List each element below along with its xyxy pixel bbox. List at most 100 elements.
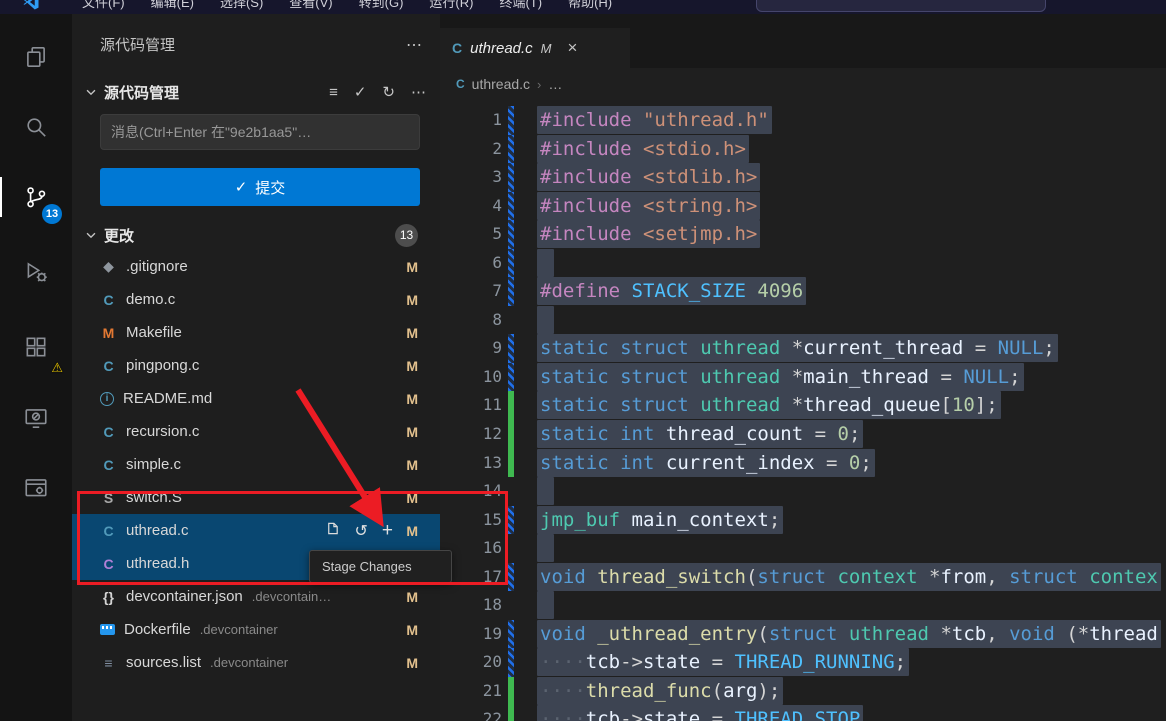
file-name: sources.list [126, 654, 202, 671]
code-line: 16 [440, 534, 1166, 563]
code-line: 22 ····tcb->state = THREAD_STOP [440, 705, 1166, 721]
file-row-demo.c[interactable]: Cdemo.c M [72, 283, 440, 316]
line-number: 10 [482, 366, 502, 386]
menu-item[interactable]: 文件(F) [82, 0, 125, 11]
file-name: devcontainer.json [126, 588, 243, 605]
commit-check-icon[interactable]: ✓ [354, 83, 367, 101]
file-row-Dockerfile[interactable]: Dockerfile .devcontainer M [72, 613, 440, 646]
code-text: static struct uthread *thread_queue[10]; [514, 391, 1001, 420]
breadcrumb-file[interactable]: uthread.c [472, 76, 530, 92]
selection-highlight [537, 591, 555, 620]
file-path-description: .devcontainer [199, 622, 278, 637]
selection-highlight: #define STACK_SIZE 4096 [537, 277, 807, 306]
explorer-icon [27, 46, 45, 68]
menu-item[interactable]: 选择(S) [220, 0, 263, 11]
activity-explorer-icon[interactable] [12, 33, 60, 81]
c-file-icon: C [452, 40, 463, 56]
commit-message-input[interactable] [100, 114, 420, 150]
readme-icon: i [100, 391, 114, 406]
gitignore-icon: ◆ [103, 258, 114, 274]
changes-count-badge: 13 [395, 223, 418, 247]
modified-badge: M [406, 588, 418, 605]
more-icon[interactable]: ⋯ [411, 83, 426, 101]
selection-highlight: jmp_buf main_context; [537, 505, 784, 534]
line-number: 9 [492, 338, 502, 358]
menu-bar: 文件(F) 编辑(E) 选择(S) 查看(V) 转到(G) 运行(R) 终端(T) 帮助(H) [82, 0, 612, 14]
list-file-icon: ≡ [104, 654, 113, 671]
commit-button[interactable]: ✓ 提交 [100, 168, 420, 206]
menu-item[interactable]: 查看(V) [289, 0, 332, 11]
line-number: 20 [482, 652, 502, 672]
vscode-logo-icon [23, 0, 39, 10]
line-number: 22 [482, 709, 502, 721]
code-text: static int thread_count = 0; [514, 420, 864, 449]
selection-highlight: ····thread_func(arg); [537, 676, 784, 705]
file-name: Dockerfile [124, 621, 191, 638]
modified-badge: M [406, 654, 418, 671]
scm-section-title: 源代码管理 [104, 84, 180, 102]
menu-item[interactable]: 帮助(H) [568, 0, 612, 11]
activity-manage-settings-icon[interactable] [12, 464, 60, 512]
activity-search-icon[interactable] [12, 103, 60, 151]
menu-item[interactable]: 转到(G) [359, 0, 404, 11]
selection-highlight: static struct uthread *thread_queue[10]; [537, 391, 1001, 420]
selection-highlight: static int current_index = 0; [537, 448, 875, 477]
code-line: 8 [440, 305, 1166, 335]
refresh-icon[interactable]: ↻ [382, 83, 395, 101]
activity-run-debug-icon[interactable] [12, 248, 60, 296]
docker-icon [100, 624, 115, 635]
activity-extensions-icon[interactable]: ⚠ [12, 323, 63, 375]
file-name: pingpong.c [126, 357, 200, 374]
file-row-Makefile[interactable]: M Makefile M [72, 316, 440, 349]
tab-uthread-c[interactable]: C uthread.c M × [440, 28, 630, 68]
code-line: 3 #include <stdlib.h> [440, 163, 1166, 192]
selection-highlight [537, 534, 555, 563]
activity-source-control-icon[interactable]: 13 [0, 173, 62, 224]
commit-button-label: 提交 [255, 179, 286, 197]
warning-icon: ⚠ [51, 360, 63, 375]
selection-highlight: static struct uthread *current_thread = … [537, 334, 1058, 363]
menu-item[interactable]: 运行(R) [429, 0, 473, 11]
file-name: recursion.c [126, 423, 200, 440]
file-name: Makefile [126, 324, 182, 341]
title-bar: 文件(F) 编辑(E) 选择(S) 查看(V) 转到(G) 运行(R) 终端(T) 帮助(H) [0, 0, 1166, 14]
line-number: 19 [482, 623, 502, 643]
file-name: demo.c [126, 291, 176, 308]
panel-title: 源代码管理 [100, 37, 176, 54]
command-center-search[interactable] [756, 0, 1046, 12]
line-number: 12 [482, 424, 502, 444]
selection-highlight: #include <stdlib.h> [537, 163, 761, 192]
file-name: simple.c [126, 456, 182, 473]
code-text: #include <stdio.h> [514, 134, 749, 164]
file-row-.gitignore[interactable]: ◆ .gitignore M [72, 250, 440, 283]
close-icon[interactable]: × [568, 38, 578, 58]
c-file-icon: C [103, 423, 114, 440]
tab-modified-badge: M [540, 40, 552, 56]
makefile-icon: M [102, 324, 115, 341]
activity-bar: 13 ⚠ [0, 14, 72, 721]
view-as-list-icon[interactable]: ≡ [329, 84, 338, 101]
chevron-down-icon [84, 85, 98, 99]
code-text: static struct uthread *main_thread = NUL… [514, 362, 1024, 392]
changes-section-header[interactable]: 更改 13 [84, 220, 426, 250]
selection-highlight [537, 305, 555, 334]
selection-highlight [537, 248, 555, 277]
more-icon[interactable]: ⋯ [406, 35, 422, 55]
modified-badge: M [406, 621, 418, 638]
menu-item[interactable]: 终端(T) [499, 0, 542, 11]
code-line: 4 #include <string.h> [440, 191, 1166, 221]
modified-badge: M [406, 258, 418, 275]
code-line: 19 void _uthread_entry(struct uthread *tc… [440, 619, 1166, 649]
menu-item[interactable]: 编辑(E) [151, 0, 194, 11]
code-text: #define STACK_SIZE 4096 [514, 277, 807, 306]
code-line: 20 ····tcb->state = THREAD_RUNNING; [440, 648, 1166, 677]
code-line: 7 #define STACK_SIZE 4096 [440, 277, 1166, 306]
activity-remote-explorer-icon[interactable] [12, 394, 60, 442]
file-row-sources.list[interactable]: ≡ sources.list .devcontainer M [72, 646, 440, 679]
code-text: jmp_buf main_context; [514, 505, 784, 535]
breadcrumb: C uthread.c › … [440, 68, 1166, 100]
breadcrumb-more[interactable]: … [548, 76, 562, 92]
scm-section-header[interactable]: 源代码管理 ≡ ✓ ↻ ⋯ [84, 78, 426, 106]
extensions-icon [26, 337, 46, 357]
code-editor[interactable]: 1 #include "uthread.h" 2 #include <stdio.h>… [440, 100, 1166, 721]
